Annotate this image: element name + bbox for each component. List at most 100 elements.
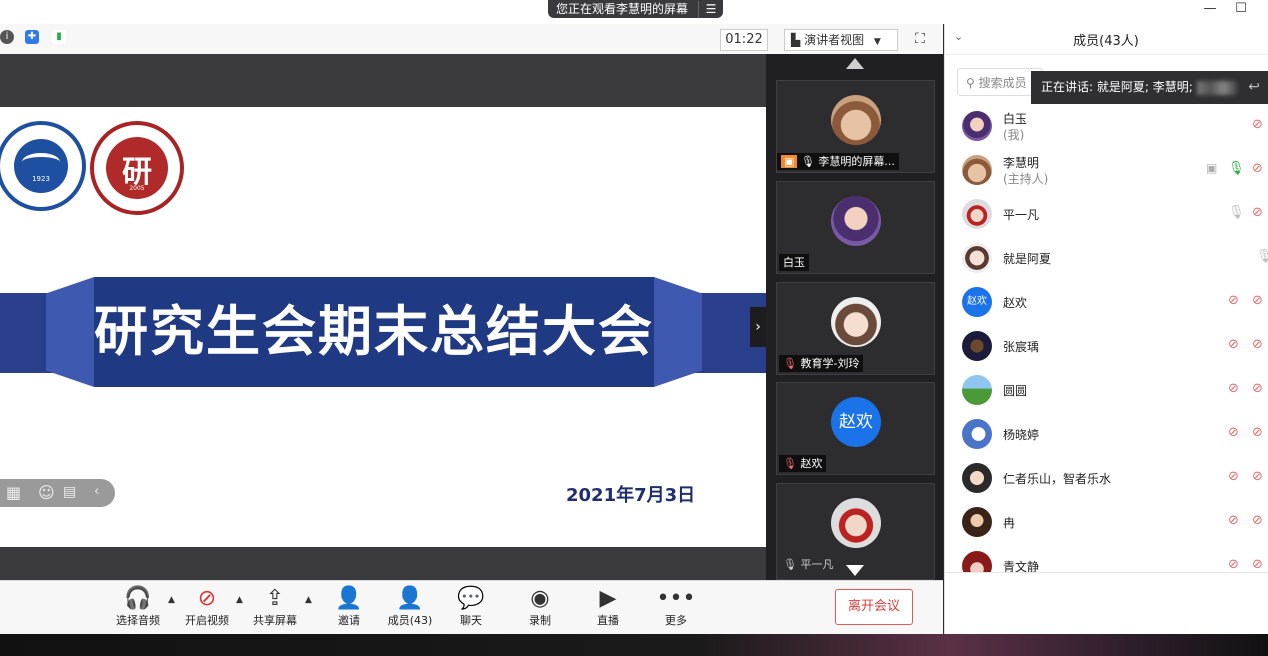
shield-icon[interactable]: ✚ <box>25 30 39 44</box>
member-name: 李慧明 <box>1003 156 1040 170</box>
audio-button[interactable]: 🎧 选择音频 <box>106 586 170 628</box>
avatar <box>831 196 881 246</box>
mic-icon: 🎙 <box>1256 249 1268 264</box>
avatar <box>831 297 881 347</box>
member-row[interactable]: 张宸瑀 ⊘ ⊘ <box>944 324 1268 368</box>
member-name: 杨晓婷 <box>1003 428 1040 442</box>
screen-share-icon: ▣ <box>1206 161 1218 175</box>
blurred-name <box>1196 80 1237 95</box>
apps-icon[interactable]: ▦ <box>6 483 21 502</box>
avatar: 赵欢 <box>962 287 992 317</box>
mic-icon: 🎙 <box>1228 205 1245 220</box>
member-row[interactable]: 就是阿夏 🎙 <box>944 236 1268 280</box>
video-tile[interactable]: 🎙 教育学-刘玲 <box>776 282 935 375</box>
mic-muted-icon: ⊘ <box>1228 293 1239 308</box>
video-options-caret[interactable]: ▲ <box>236 595 243 605</box>
member-row[interactable]: 圆圆 ⊘ ⊘ <box>944 368 1268 412</box>
chevron-right-icon[interactable]: › <box>750 307 766 347</box>
share-label: 共享屏幕 <box>253 614 297 627</box>
invite-button[interactable]: 👤 邀请 <box>317 586 381 628</box>
member-row[interactable]: 冉 ⊘ ⊘ <box>944 500 1268 544</box>
avatar <box>831 498 881 548</box>
avatar <box>962 199 992 229</box>
avatar <box>962 331 992 361</box>
panel-divider <box>944 572 1268 573</box>
member-row[interactable]: 青文静 ⊘ ⊘ <box>944 544 1268 572</box>
member-row[interactable]: 平一凡 🎙 ⊘ <box>944 192 1268 236</box>
live-label: 直播 <box>597 614 619 627</box>
member-search-placeholder: 搜索成员 <box>978 76 1027 90</box>
members-button[interactable]: 👤 成员(43) <box>378 586 442 628</box>
member-role: (主持人) <box>1003 172 1049 186</box>
mic-icon: 🎙 <box>783 558 797 571</box>
avatar <box>962 507 992 537</box>
chat-icon: 💬 <box>457 586 485 611</box>
member-row[interactable]: 赵欢 赵欢 ⊘ ⊘ <box>944 280 1268 324</box>
share-banner[interactable]: 您正在观看李慧明的屏幕 ☰ <box>548 0 723 18</box>
signal-icon[interactable]: ▮ <box>52 30 66 44</box>
record-button[interactable]: ◉ 录制 <box>508 586 572 628</box>
slide-title: 研究生会期末总结大会 <box>94 300 654 363</box>
avatar <box>831 95 881 145</box>
maximize-icon[interactable]: ☐ <box>1229 0 1253 18</box>
member-name: 圆圆 <box>1003 384 1028 398</box>
scroll-up-icon[interactable] <box>846 58 864 69</box>
member-row[interactable]: 杨晓婷 ⊘ ⊘ <box>944 412 1268 456</box>
leave-meeting-button[interactable]: 离开会议 <box>835 589 913 625</box>
video-tile[interactable]: 赵欢 🎙 赵欢 <box>776 382 935 475</box>
annotation-floating-toolbar[interactable]: ▦ ☺ ▤ ‹ <box>0 479 115 507</box>
video-off-icon: ⊘ <box>1252 117 1263 132</box>
video-tile-name: 教育学-刘玲 <box>800 357 860 370</box>
chat-button[interactable]: 💬 聊天 <box>439 586 503 628</box>
share-banner-text: 您正在观看李慧明的屏幕 <box>556 1 689 16</box>
university-logo: 1923 <box>0 121 86 211</box>
audio-options-caret[interactable]: ▲ <box>168 595 175 605</box>
view-mode-dropdown[interactable]: ▙ 演讲者视图 ▼ <box>784 29 898 51</box>
more-button[interactable]: ••• 更多 <box>644 586 708 628</box>
emoji-icon[interactable]: ☺ <box>38 483 55 502</box>
scroll-down-icon[interactable] <box>846 565 864 576</box>
member-name: 青文静 <box>1003 560 1040 572</box>
video-off-icon: ⊘ <box>1252 557 1263 572</box>
mic-icon: 🎙 <box>800 155 815 168</box>
member-row[interactable]: 白玉 (我) ⊘ <box>944 104 1268 148</box>
video-tile-name: 李慧明的屏幕... <box>818 155 895 168</box>
mic-muted-icon: ⊘ <box>1228 425 1239 440</box>
speaking-indicator: 正在讲话: 就是阿夏; 李慧明; ↩ <box>1031 71 1268 104</box>
mic-muted-icon: ⊘ <box>1228 337 1239 352</box>
screen-share-icon: ▣ <box>781 155 798 168</box>
chat-bubble-icon[interactable]: ▤ <box>63 484 76 500</box>
video-tile[interactable]: 白玉 <box>776 181 935 274</box>
logo1-year: 1923 <box>32 175 50 183</box>
avatar: 赵欢 <box>831 397 881 447</box>
share-screen-icon: ⇪ <box>265 586 285 611</box>
live-button[interactable]: ▶ 直播 <box>576 586 640 628</box>
mic-muted-icon: ⊘ <box>1228 381 1239 396</box>
member-row[interactable]: 李慧明 (主持人) ▣ 🎙 ⊘ <box>944 148 1268 192</box>
minimize-icon[interactable]: — <box>1198 0 1222 18</box>
member-row[interactable]: 仁者乐山，智者乐水 ⊘ ⊘ <box>944 456 1268 500</box>
avatar <box>962 419 992 449</box>
member-name: 仁者乐山，智者乐水 <box>1003 472 1112 486</box>
banner-fold-left <box>46 277 94 387</box>
avatar <box>962 111 992 141</box>
video-tile-name: 平一凡 <box>800 558 834 571</box>
video-button[interactable]: ⊘ 开启视频 <box>175 586 239 628</box>
members-label: 成员(43) <box>387 614 433 627</box>
graduate-union-logo: 研 2005 <box>90 121 184 215</box>
chevron-left-icon[interactable]: ‹ <box>94 484 99 499</box>
share-options-caret[interactable]: ▲ <box>305 595 312 605</box>
avatar <box>962 243 992 273</box>
meeting-timer: 01:22 <box>720 29 768 51</box>
member-name: 张宸瑀 <box>1003 340 1040 354</box>
video-off-icon: ⊘ <box>1252 513 1263 528</box>
fullscreen-icon[interactable]: ⛶ <box>910 29 930 49</box>
video-off-icon: ⊘ <box>197 586 217 611</box>
video-tile[interactable]: ▣ 🎙 李慧明的屏幕... <box>776 80 935 173</box>
info-icon[interactable]: i <box>0 30 14 44</box>
reply-arrow-icon[interactable]: ↩ <box>1248 71 1260 104</box>
video-off-icon: ⊘ <box>1252 205 1263 220</box>
share-screen-button[interactable]: ⇪ 共享屏幕 <box>243 586 307 628</box>
live-tv-icon: ▶ <box>599 586 617 611</box>
list-icon[interactable]: ☰ <box>698 0 723 18</box>
